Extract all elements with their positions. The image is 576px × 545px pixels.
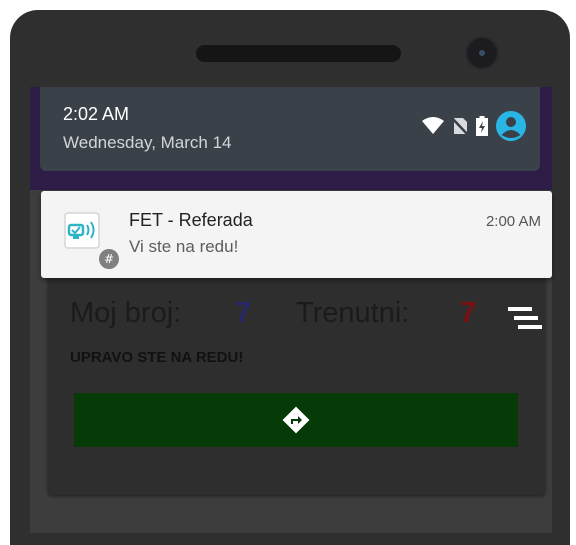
current-number-label: Trenutni: xyxy=(296,297,410,329)
clock-time: 2:02 AM xyxy=(63,104,130,124)
notification-card[interactable]: # FET - Referada 2:00 AM Vi ste na redu! xyxy=(41,191,552,278)
directions-icon xyxy=(282,406,310,434)
notification-app-name: FET - Referada xyxy=(129,210,253,230)
wifi-icon xyxy=(422,117,444,134)
battery-icon xyxy=(476,116,488,136)
notification-text: Vi ste na redu! xyxy=(129,237,239,256)
clock-date: Wednesday, March 14 xyxy=(63,133,232,152)
notification-badge: # xyxy=(97,247,121,271)
queue-status-text: UPRAVO STE NA REDU! xyxy=(70,349,244,366)
phone-screen: 2:02 AM Wednesday, March 14 Moj broj: 7 … xyxy=(30,87,552,533)
current-number-value: 7 xyxy=(460,297,477,329)
queue-ticket-icon xyxy=(64,212,100,249)
navigate-button[interactable] xyxy=(74,393,518,447)
account-icon[interactable] xyxy=(496,111,526,141)
queue-list-icon[interactable] xyxy=(508,307,542,329)
no-sim-icon xyxy=(452,117,468,135)
my-number-value: 7 xyxy=(235,297,252,329)
status-icons xyxy=(422,111,526,141)
notification-time: 2:00 AM xyxy=(485,213,541,230)
phone-speaker xyxy=(196,45,401,62)
front-camera xyxy=(465,36,499,70)
my-number-label: Moj broj: xyxy=(70,297,182,329)
quick-settings-panel[interactable]: 2:02 AM Wednesday, March 14 xyxy=(40,87,540,171)
